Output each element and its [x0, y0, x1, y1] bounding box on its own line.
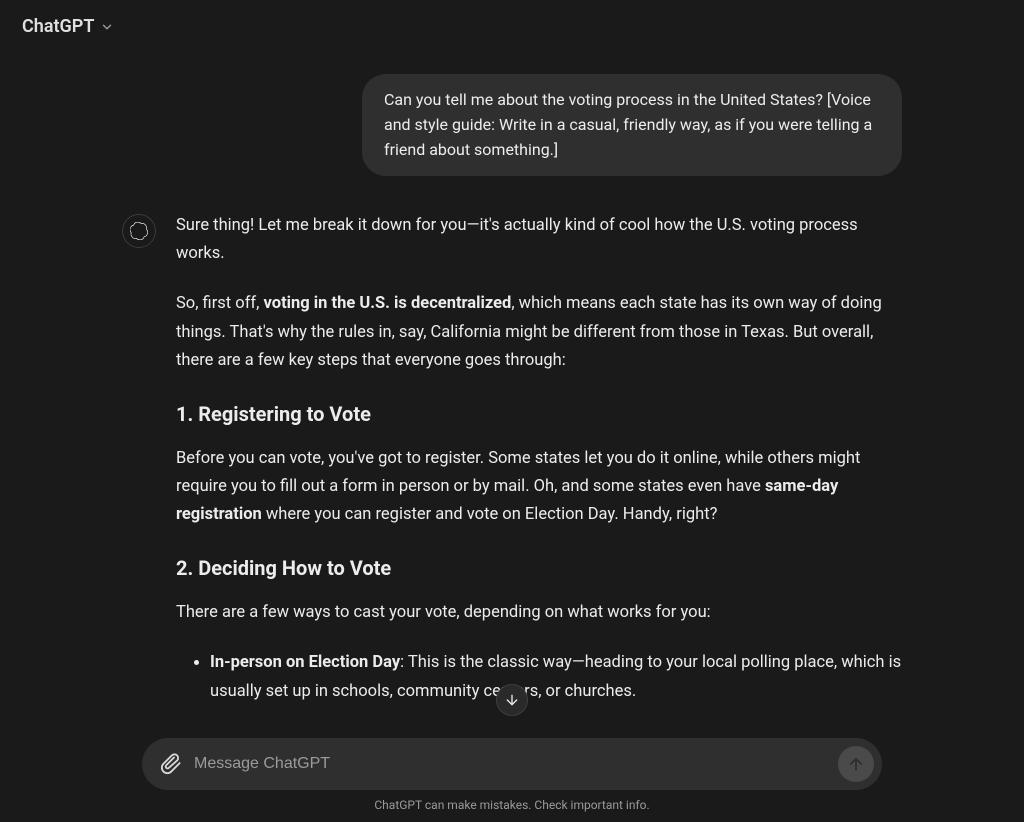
user-message-text: Can you tell me about the voting process…: [384, 90, 872, 159]
disclaimer-text: ChatGPT can make mistakes. Check importa…: [20, 790, 1004, 816]
voting-methods-list: In-person on Election Day: This is the c…: [176, 649, 902, 724]
list-item: Early voting: Many states let you vote e…: [210, 721, 902, 724]
model-label: ChatGPT: [22, 16, 94, 37]
chevron-down-icon: [100, 20, 114, 34]
send-button[interactable]: [838, 746, 874, 782]
arrow-up-icon: [847, 755, 865, 773]
conversation-scroll[interactable]: Can you tell me about the voting process…: [0, 74, 1024, 724]
assistant-registration: Before you can vote, you've got to regis…: [176, 445, 902, 529]
chatgpt-logo-icon: [130, 222, 148, 240]
text-fragment: Before you can vote, you've got to regis…: [176, 449, 860, 496]
paperclip-icon: [160, 753, 182, 775]
composer: [142, 738, 882, 790]
assistant-avatar: [122, 214, 156, 248]
arrow-down-icon: [504, 692, 520, 708]
model-selector[interactable]: ChatGPT: [22, 16, 114, 37]
list-item: In-person on Election Day: This is the c…: [210, 649, 902, 707]
text-fragment: where you can register and vote on Elect…: [262, 505, 718, 524]
assistant-body: Sure thing! Let me break it down for you…: [176, 212, 902, 724]
assistant-ways-intro: There are a few ways to cast your vote, …: [176, 599, 902, 627]
assistant-message: Sure thing! Let me break it down for you…: [122, 212, 902, 724]
attach-button[interactable]: [160, 753, 182, 775]
assistant-heading-1: 1. Registering to Vote: [176, 397, 902, 431]
bold-text: In-person on Election Day: [210, 653, 400, 672]
scroll-to-bottom-button[interactable]: [496, 684, 528, 716]
text-fragment: So, first off,: [176, 294, 264, 313]
message-input[interactable]: [194, 755, 826, 773]
bold-text: voting in the U.S. is decentralized: [264, 294, 512, 313]
user-message: Can you tell me about the voting process…: [362, 74, 902, 176]
assistant-intro: Sure thing! Let me break it down for you…: [176, 212, 902, 268]
assistant-decentralized: So, first off, voting in the U.S. is dec…: [176, 290, 902, 374]
assistant-heading-2: 2. Deciding How to Vote: [176, 551, 902, 585]
